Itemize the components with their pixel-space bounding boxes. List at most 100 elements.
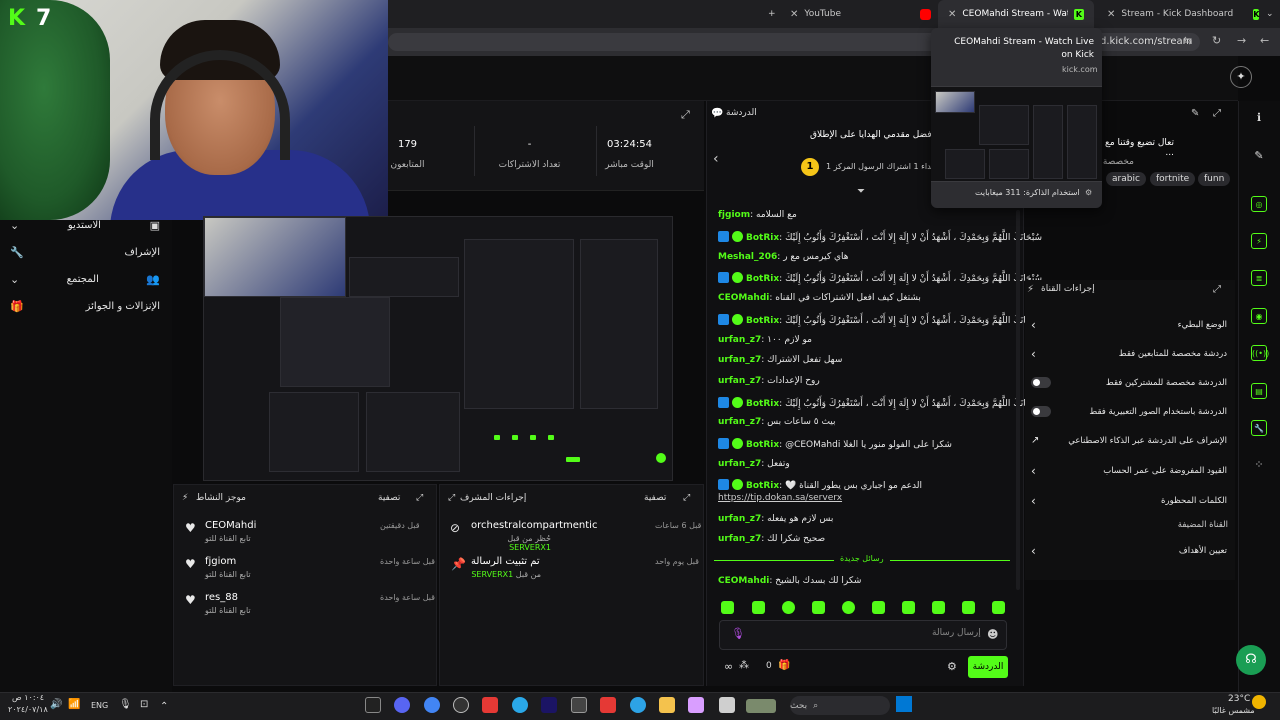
chat-icon[interactable]: ◉	[1251, 308, 1267, 324]
activity-name[interactable]: res_88	[205, 592, 238, 603]
tag-chip[interactable]: fortnite	[1150, 172, 1196, 186]
stat-label: تعداد الاشتراكات	[498, 160, 561, 170]
sidebar-item-label: الإنزالات و الجوائز	[85, 301, 160, 312]
emote-icon[interactable]	[752, 601, 765, 614]
sidebar-toggle-icon[interactable]: ⇆	[1183, 34, 1192, 47]
tag-chip[interactable]: funn	[1198, 172, 1231, 186]
emote-icon[interactable]	[902, 601, 915, 614]
start-icon[interactable]	[896, 696, 912, 712]
app-blue-icon[interactable]	[512, 697, 528, 713]
close-icon[interactable]: ✕	[948, 9, 956, 20]
setting-account-age[interactable]: القيود المفروضة على عمر الحساب ›	[1031, 464, 1227, 478]
expand-icon[interactable]: ⤢	[1213, 108, 1221, 119]
sidebar-item-moderation[interactable]: الإشراف 🔧	[10, 246, 160, 259]
send-chat-button[interactable]: الدردشة	[968, 656, 1008, 678]
epic-games-icon[interactable]	[365, 697, 381, 713]
setting-ai-moderation[interactable]: الإشراف على الدردشة عبر الذكاء الاصطناعي…	[1031, 435, 1227, 446]
pencil-icon[interactable]: ✎	[1251, 148, 1267, 164]
sidebar-item-community[interactable]: 👥 المجتمع ⌄	[10, 273, 160, 286]
expand-icon[interactable]: ⤢	[683, 493, 690, 503]
chrome-icon[interactable]	[424, 697, 440, 713]
copilot-icon[interactable]	[688, 697, 704, 713]
obs-icon[interactable]	[453, 697, 469, 713]
emote-icon[interactable]	[962, 601, 975, 614]
filter-button[interactable]: تصفية	[644, 493, 666, 503]
back-icon[interactable]: ←	[1260, 34, 1269, 47]
emote-icon[interactable]	[812, 601, 825, 614]
emote-icon[interactable]	[782, 601, 795, 614]
clock-time[interactable]: ١٠:٠٤ ص	[12, 693, 44, 702]
layout-icon[interactable]: ▤	[1251, 383, 1267, 399]
sidebar-item-drops[interactable]: الإنزالات و الجوائز 🎁	[10, 300, 160, 313]
weather-icon[interactable]	[1252, 695, 1266, 709]
clock-date[interactable]: ٢٠٢٤/٠٧/١٨	[8, 705, 48, 714]
tag-chip[interactable]: arabic	[1106, 172, 1146, 186]
clip-icon[interactable]: ◎	[1251, 196, 1267, 212]
emote-icon[interactable]	[932, 601, 945, 614]
filter-button[interactable]: تصفية	[378, 493, 400, 503]
folder-icon[interactable]	[659, 697, 675, 713]
edge-icon[interactable]	[630, 697, 646, 713]
gear-icon[interactable]: ⚙	[947, 660, 957, 673]
emote-icon[interactable]	[721, 601, 734, 614]
wifi-icon[interactable]: 📶	[68, 699, 80, 710]
broadcast-icon[interactable]: ((•))	[1251, 345, 1269, 361]
support-chat-icon[interactable]: ☊	[1236, 645, 1266, 675]
after-effects-icon[interactable]	[541, 697, 557, 713]
list-icon[interactable]: ≣	[1251, 270, 1267, 286]
setting-slow-mode[interactable]: الوضع البطيء ›	[1031, 318, 1227, 332]
language-indicator[interactable]: ENG	[91, 701, 108, 710]
gift-icon[interactable]: 🎁	[778, 660, 790, 671]
points-icon[interactable]: ⁂	[739, 660, 749, 671]
mic-tray-icon[interactable]: 🎙	[119, 699, 132, 710]
close-icon[interactable]: ✕	[1107, 9, 1115, 20]
emoji-picker-icon[interactable]: ☻	[987, 628, 998, 641]
wrench-icon[interactable]: 🔧	[1251, 420, 1267, 436]
chat-link[interactable]: https://tip.dokan.sa/serverx	[718, 493, 842, 503]
setting-banned-words[interactable]: الكلمات المحظورة ›	[1031, 494, 1227, 508]
emotes-only-toggle[interactable]	[1031, 406, 1051, 417]
expand-icon[interactable]: ⤢	[1213, 284, 1221, 295]
edit-icon[interactable]: ✎	[1191, 108, 1199, 119]
tab-kick-dashboard[interactable]: ✕ Stream - Kick Dashboard K	[1097, 0, 1260, 28]
bolt-icon[interactable]: ⚡	[1251, 233, 1267, 249]
microphone-icon[interactable]: 🎙	[731, 627, 745, 640]
youtube-app-icon[interactable]	[482, 697, 498, 713]
chat-message: fjgiom: مع السلامه	[718, 210, 797, 220]
tab-menu-chevron-icon[interactable]: ⌄	[1256, 0, 1280, 28]
activity-name[interactable]: CEOMahdi	[205, 520, 256, 531]
emote-icon[interactable]	[992, 601, 1005, 614]
tab-youtube[interactable]: ✕ YouTube	[780, 0, 920, 28]
collapse-icon[interactable]: ⏷	[857, 186, 865, 197]
activity-name[interactable]: fjgiom	[205, 556, 236, 567]
network-icon[interactable]: ⊡	[140, 699, 148, 710]
taskbar-search[interactable]: ⌕ بحث	[790, 696, 890, 715]
expand-icon[interactable]: ⤢	[681, 108, 690, 122]
chevron-left-icon[interactable]: ‹	[713, 151, 719, 167]
discord-icon[interactable]	[394, 697, 410, 713]
emote-icon[interactable]	[872, 601, 885, 614]
chat-message: BotRix: @CEOMahdi شكرا على الفولو منور ي…	[718, 438, 952, 450]
app-s-icon[interactable]	[571, 697, 587, 713]
subscribers-only-toggle[interactable]	[1031, 377, 1051, 388]
close-icon[interactable]: ✕	[790, 9, 798, 20]
chevron-up-icon[interactable]: ⌃	[160, 701, 168, 712]
apps-icon[interactable]: ⁘	[1251, 457, 1267, 473]
volume-icon[interactable]: 🔊	[50, 699, 62, 710]
forward-icon[interactable]: →	[1237, 34, 1246, 47]
sidebar-item-studio[interactable]: ▣ الاستديو ⌄	[10, 219, 160, 232]
setting-followers-only[interactable]: دردشة مخصصة للمتابعين فقط ›	[1031, 347, 1227, 361]
info-icon[interactable]: ℹ	[1251, 110, 1267, 126]
mod-action-target[interactable]: orchestralcompartmentic	[471, 520, 597, 531]
stat-label: المتابعون	[390, 160, 425, 170]
profile-avatar-icon[interactable]: ✦	[1230, 66, 1252, 88]
setting-goals[interactable]: تعيين الأهداف ›	[1031, 544, 1227, 558]
expand-icon[interactable]: ⤢	[448, 493, 455, 503]
reload-icon[interactable]: ↻	[1212, 34, 1221, 47]
tab-ceomahdi-stream[interactable]: ✕ CEOMahdi Stream - Watch Live on Kick K	[938, 0, 1094, 28]
file-icon[interactable]	[719, 697, 735, 713]
chat-scrollbar[interactable]	[1016, 210, 1020, 590]
expand-icon[interactable]: ⤢	[416, 493, 423, 503]
app-w-icon[interactable]	[600, 697, 616, 713]
emote-icon[interactable]	[842, 601, 855, 614]
